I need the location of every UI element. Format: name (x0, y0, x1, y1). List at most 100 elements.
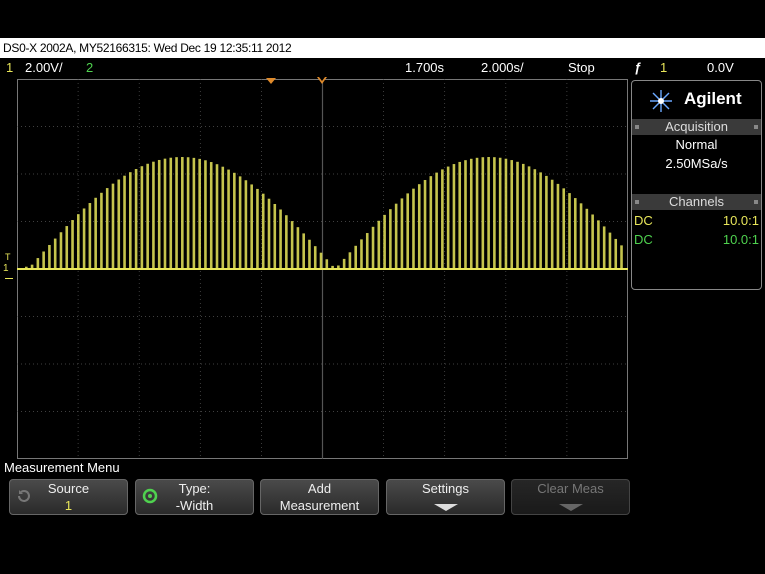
pulse-mark (273, 203, 277, 269)
pulse-mark (71, 220, 74, 269)
channel1-scale[interactable]: 2.00V/ (25, 59, 63, 77)
delay-marker-icon[interactable] (266, 78, 276, 84)
pulse-mark (354, 245, 357, 269)
pulse-mark (533, 169, 537, 269)
type-softkey[interactable]: Type: -Width (135, 479, 254, 515)
pulse-mark (313, 246, 317, 269)
pulse-mark (429, 176, 433, 269)
pulse-mark (261, 193, 265, 269)
pulse-mark (487, 157, 490, 269)
pulse-mark (579, 203, 583, 269)
acquisition-mode: Normal (675, 137, 718, 152)
pulse-mark (539, 172, 542, 269)
pulse-mark (186, 157, 190, 269)
pulse-mark (77, 214, 80, 269)
pulse-mark (198, 158, 201, 269)
pulse-mark (290, 221, 294, 269)
pulse-mark (400, 198, 404, 269)
pulse-mark (383, 214, 386, 269)
time-delay[interactable]: 1.700s (405, 59, 444, 77)
pulse-mark (504, 158, 508, 269)
pulse-mark (256, 188, 259, 269)
pulse-mark (48, 244, 51, 269)
channel1-coupling: DC (634, 213, 653, 228)
pulse-mark (227, 169, 230, 269)
pulse-mark (458, 161, 462, 269)
agilent-spark-icon (650, 90, 672, 112)
pulse-mark (319, 252, 323, 269)
pulse-mark (215, 164, 219, 269)
pulse-mark (527, 166, 531, 269)
sample-rate: 2.50MSa/s (665, 156, 728, 171)
pulse-mark (562, 188, 566, 269)
brand-area: Agilent (632, 83, 761, 117)
pulse-mark (192, 157, 196, 269)
pulse-mark (59, 232, 63, 269)
channel1-probe: 10.0:1 (722, 213, 759, 228)
pulse-mark (152, 161, 155, 269)
pulse-mark (100, 192, 103, 269)
pulse-mark (111, 183, 115, 269)
pulse-mark (238, 176, 242, 269)
pulse-mark (53, 238, 57, 269)
pulse-mark (521, 163, 525, 269)
add-measurement-softkey[interactable]: Add Measurement (260, 479, 379, 515)
pulse-mark (348, 252, 352, 269)
trigger-edge-icon: ƒ (634, 60, 642, 75)
pulse-mark (377, 220, 381, 269)
submenu-arrow-icon (558, 504, 583, 511)
pulse-mark (302, 233, 305, 269)
waveform-display[interactable] (17, 79, 628, 459)
trigger-level-marker[interactable]: T (5, 252, 11, 262)
pulse-mark (602, 226, 606, 269)
pulse-mark (481, 157, 485, 269)
window-title: DS0-X 2002A, MY52166315: Wed Dec 19 12:3… (0, 38, 765, 58)
pulse-mark (441, 169, 444, 269)
pulse-mark (105, 188, 109, 269)
channel2-indicator[interactable]: 2 (86, 59, 93, 77)
pulse-mark (285, 215, 288, 269)
ground-icon (5, 270, 13, 279)
trigger-source[interactable]: 1 (660, 59, 667, 77)
pulse-mark (94, 197, 97, 269)
pulse-mark (250, 184, 253, 269)
pulse-mark (469, 158, 473, 269)
pulse-mark (435, 172, 438, 269)
pulse-mark (146, 163, 149, 269)
pulse-mark (545, 175, 548, 269)
time-scale[interactable]: 2.000s/ (481, 59, 524, 77)
pulse-mark (169, 157, 173, 269)
pulse-mark (163, 158, 167, 269)
pulse-mark (221, 166, 225, 269)
pulse-mark (65, 226, 69, 269)
channel2-probe: 10.0:1 (722, 232, 759, 247)
trigger-level[interactable]: 0.0V (707, 59, 734, 77)
pulse-mark (88, 203, 92, 269)
pulse-mark (117, 179, 121, 269)
brand-name: Agilent (684, 89, 742, 108)
source-softkey-value: 1 (64, 498, 73, 513)
settings-softkey[interactable]: Settings (386, 479, 505, 515)
pulse-mark (267, 198, 271, 269)
pulse-mark (597, 220, 600, 269)
pulse-mark (608, 232, 612, 269)
channel2-coupling: DC (634, 232, 653, 247)
pulse-mark (446, 166, 450, 269)
pulse-mark (209, 162, 213, 269)
pulse-mark (308, 239, 311, 269)
settings-softkey-label: Settings (422, 481, 469, 496)
type-softkey-label: Type: (178, 481, 211, 496)
pulse-mark (365, 233, 369, 269)
pulse-mark (244, 180, 248, 269)
pulse-mark (371, 226, 375, 269)
pulse-mark (510, 160, 514, 269)
pulse-mark (620, 245, 623, 269)
source-softkey[interactable]: Source 1 (9, 479, 128, 515)
clear-meas-softkey-label: Clear Meas (537, 481, 604, 496)
clear-meas-softkey[interactable]: Clear Meas (511, 479, 630, 515)
pulse-mark (296, 227, 300, 269)
channel1-indicator[interactable]: 1 (6, 59, 13, 77)
pulse-mark (204, 160, 207, 269)
pulse-mark (614, 238, 618, 269)
pulse-mark (516, 161, 519, 269)
